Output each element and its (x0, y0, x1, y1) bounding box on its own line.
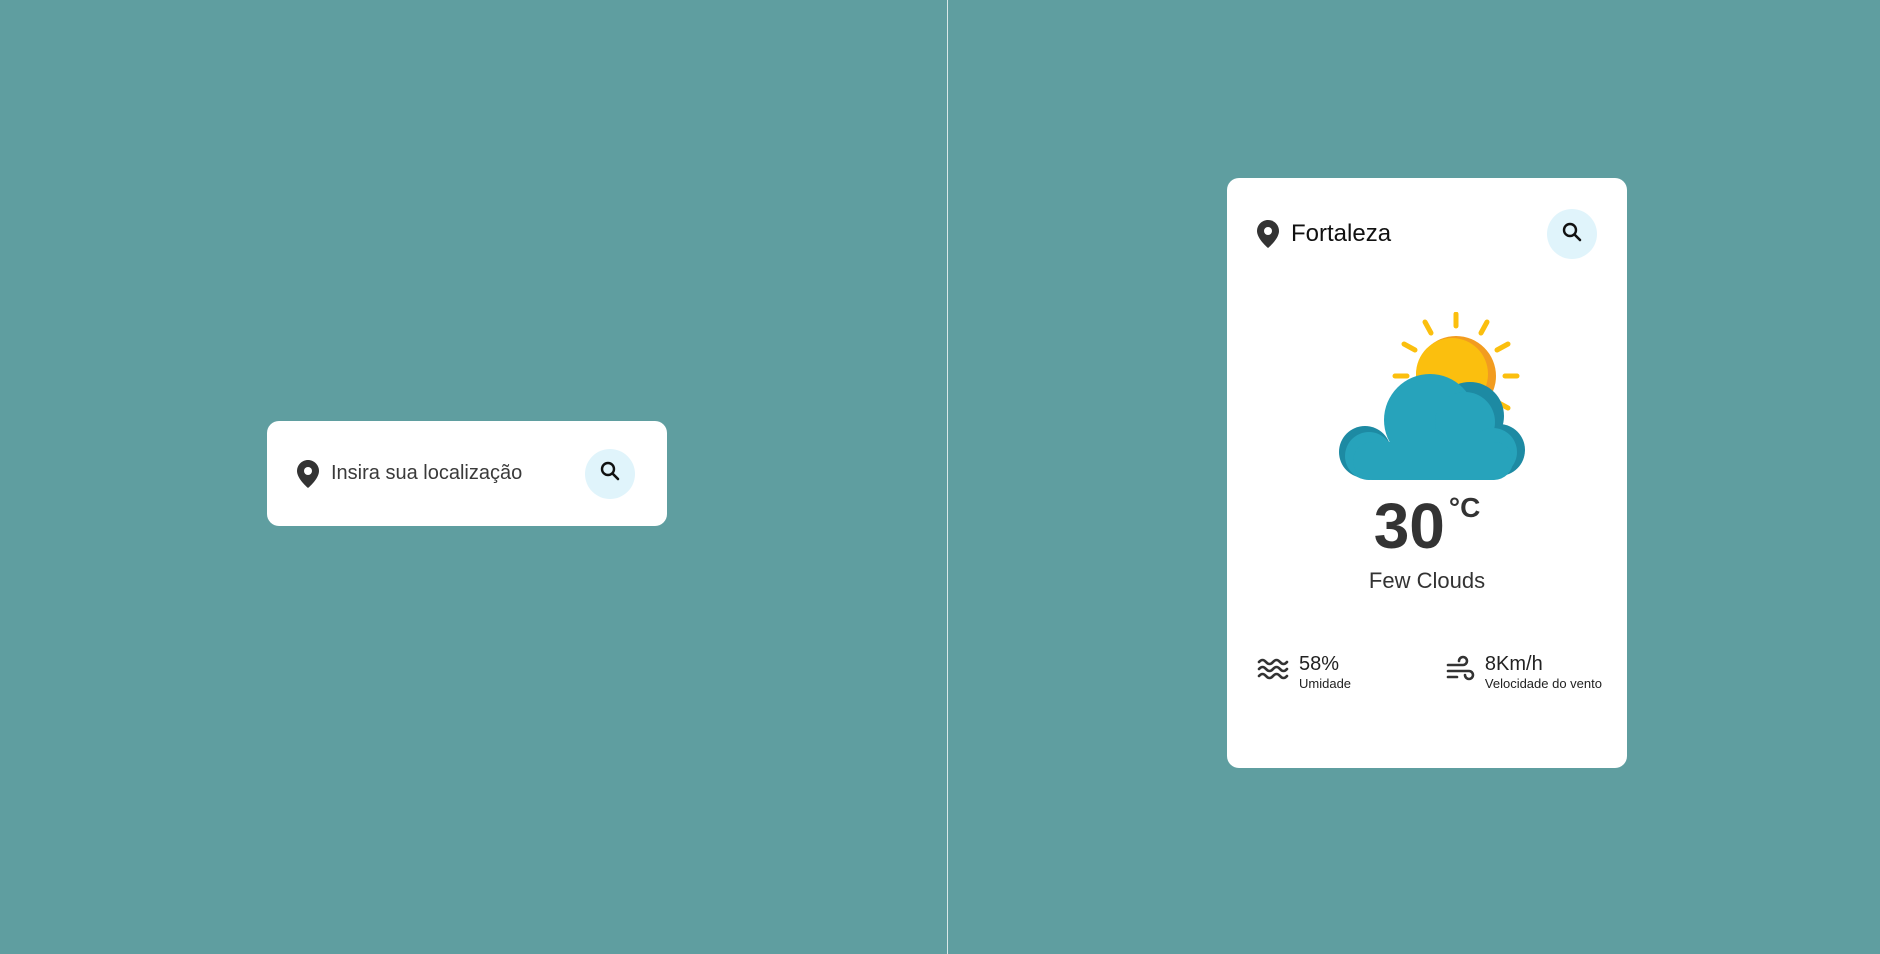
humidity-label: Umidade (1299, 675, 1352, 691)
wind-value: 8Km/h (1484, 652, 1543, 675)
weather-condition: Few Clouds (1368, 568, 1486, 593)
location-search-input[interactable] (329, 461, 585, 486)
wind-label: Velocidade do vento (1484, 675, 1602, 691)
humidity-waves-icon (1257, 657, 1289, 688)
search-icon (1562, 222, 1582, 247)
temperature-value: 30 (1373, 490, 1445, 562)
temperature-unit: °C (1448, 492, 1481, 523)
humidity-value: 58% (1299, 652, 1340, 675)
wind-stat: 8Km/h Velocidade do vento (1445, 650, 1602, 694)
location-pin-icon (1257, 220, 1279, 248)
sun-behind-cloud-icon (1325, 311, 1535, 488)
screen-divider (947, 0, 948, 954)
city-name: Fortaleza (1291, 220, 1392, 247)
weather-card-header: Fortaleza (1257, 208, 1597, 260)
search-button[interactable] (1547, 209, 1597, 259)
location-pin-icon (297, 459, 319, 488)
weather-stats: 58% Umidade 8Km/h Velocidade do vento (1257, 650, 1602, 694)
humidity-stat: 58% Umidade (1257, 650, 1351, 694)
weather-card: Fortaleza 30 °C Few Clouds 58% Umidade 8… (1227, 178, 1627, 768)
location-search-card (267, 421, 667, 526)
temperature-display: 30 °C (1227, 490, 1627, 562)
wind-icon (1445, 655, 1475, 690)
search-icon (600, 461, 620, 486)
search-button[interactable] (585, 448, 635, 499)
app-stage: Fortaleza (0, 0, 1880, 954)
